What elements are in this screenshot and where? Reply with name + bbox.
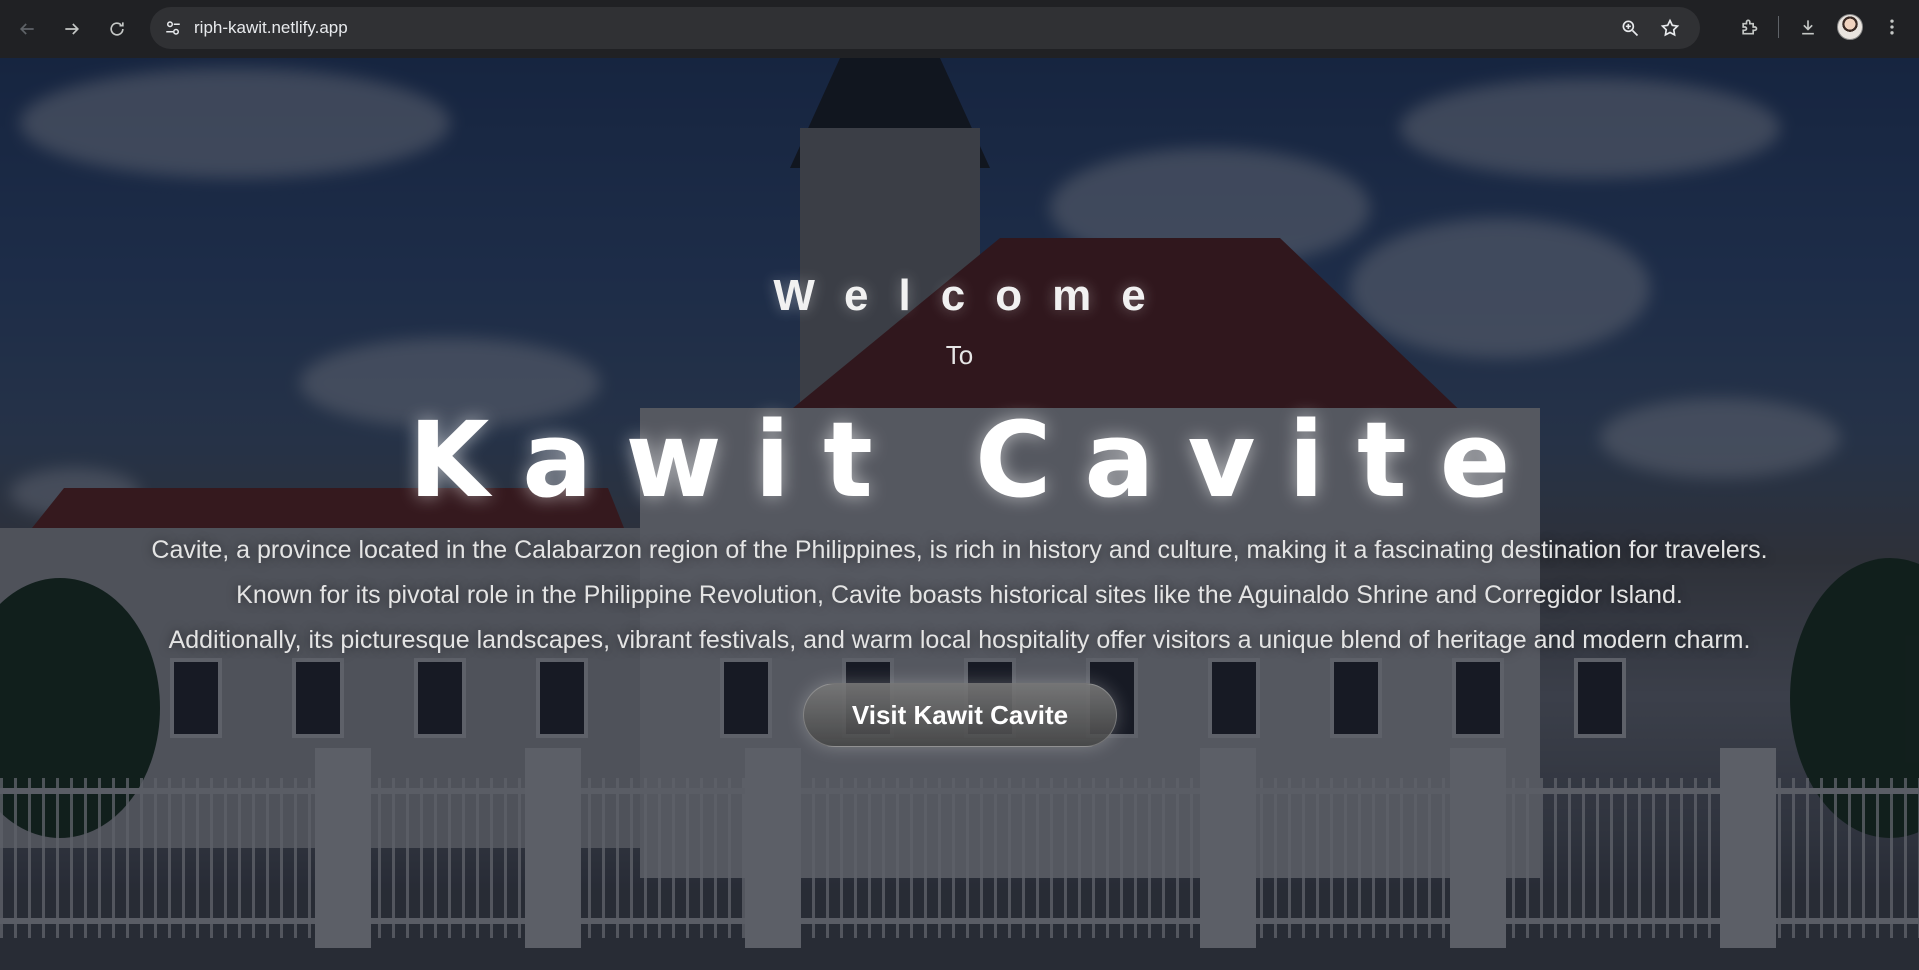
arrow-right-icon <box>65 23 80 35</box>
toolbar-right <box>1732 10 1909 44</box>
avatar <box>1837 14 1863 40</box>
puzzle-icon <box>1742 19 1758 35</box>
star-icon <box>1660 18 1680 37</box>
downloads-button[interactable] <box>1791 10 1825 44</box>
address-bar[interactable]: riph-kawit.netlify.app <box>150 7 1700 49</box>
to-subheading: To <box>945 340 974 370</box>
toolbar-divider <box>1778 16 1779 38</box>
forward-button[interactable] <box>55 12 89 46</box>
reload-button[interactable] <box>100 12 134 46</box>
site-info-button[interactable] <box>158 13 188 43</box>
place-title: Kawit Cavite <box>408 399 1544 521</box>
profile-button[interactable] <box>1833 10 1867 44</box>
hero-content: Welcome To Kawit Cavite Cavite, a provin… <box>0 58 1919 970</box>
hero-description: Cavite, a province located in the Calaba… <box>40 528 1879 663</box>
reload-icon <box>110 22 124 36</box>
arrow-left-icon <box>19 23 34 35</box>
hero-section: Welcome To Kawit Cavite Cavite, a provin… <box>0 58 1919 970</box>
description-line: Additionally, its picturesque landscapes… <box>168 626 1751 654</box>
bookmark-button[interactable] <box>1654 12 1686 44</box>
menu-button[interactable] <box>1875 10 1909 44</box>
back-button[interactable] <box>10 12 44 46</box>
browser-toolbar: riph-kawit.netlify.app <box>0 0 1919 58</box>
url-text[interactable]: riph-kawit.netlify.app <box>194 18 348 38</box>
omnibox-actions <box>1614 12 1686 44</box>
description-line: Known for its pivotal role in the Philip… <box>236 581 1683 609</box>
visit-kawit-cavite-button[interactable]: Visit Kawit Cavite <box>803 683 1117 747</box>
download-icon <box>1802 20 1814 35</box>
extensions-button[interactable] <box>1732 10 1766 44</box>
zoom-icon <box>1622 20 1639 37</box>
welcome-heading: Welcome <box>773 271 1176 320</box>
kebab-menu-icon <box>1890 19 1894 35</box>
zoom-button[interactable] <box>1614 12 1646 44</box>
description-line: Cavite, a province located in the Calaba… <box>151 536 1768 564</box>
tune-icon <box>166 21 180 35</box>
